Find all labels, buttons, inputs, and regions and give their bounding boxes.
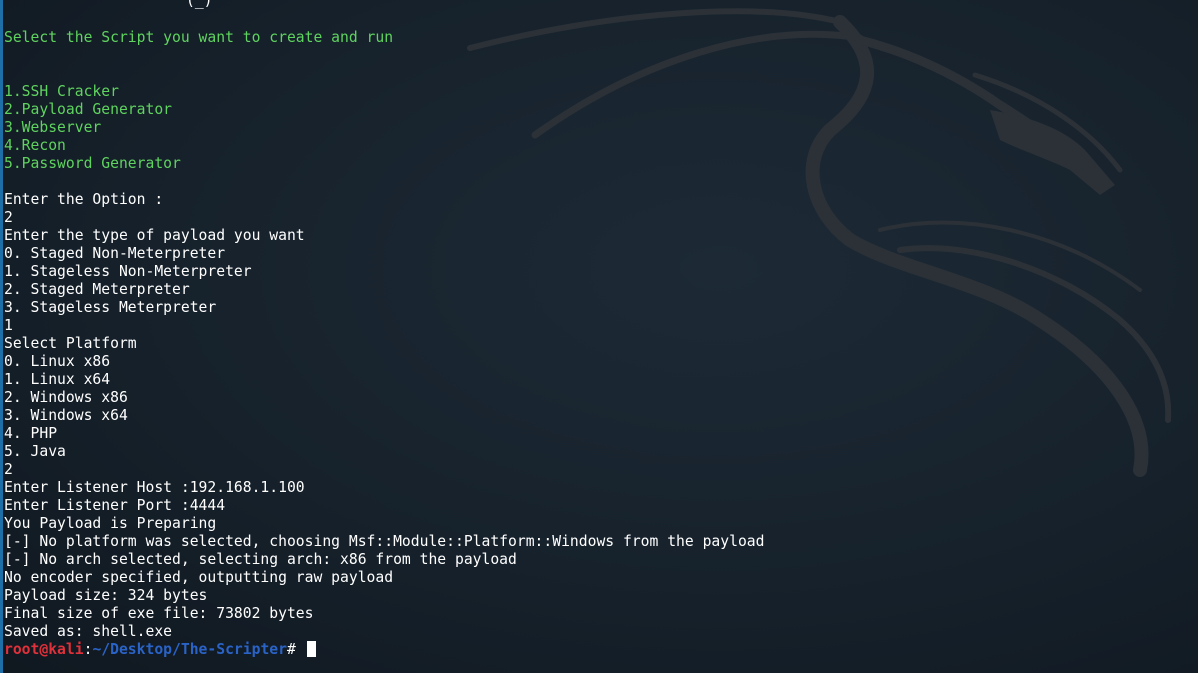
terminal-line: 1. Linux x64 (4, 371, 111, 388)
terminal-line: No encoder specified, outputting raw pay… (4, 569, 394, 586)
terminal-line: 2. Staged Meterpreter (4, 281, 190, 298)
terminal-line: Enter the Option : (4, 191, 164, 208)
terminal-line: 0. Linux x86 (4, 353, 111, 370)
terminal-line: Final size of exe file: 73802 bytes (4, 605, 314, 622)
prompt-user-host: root@kali (4, 641, 84, 658)
terminal-line: 4. PHP (4, 425, 58, 442)
prompt-path: ~/Desktop/The-Scripter (92, 641, 287, 658)
terminal-line: Select Platform (4, 335, 137, 352)
terminal-line: Enter the type of payload you want (4, 227, 305, 244)
menu-item: 1.SSH Cracker (4, 83, 119, 100)
menu-item: 5.Password Generator (4, 155, 181, 172)
menu-item: 3.Webserver (4, 119, 102, 136)
terminal-line: 1. Stageless Non-Meterpreter (4, 263, 252, 280)
terminal-line: 2 (4, 461, 13, 478)
terminal-line: Enter Listener Host :192.168.1.100 (4, 479, 305, 496)
terminal-line: 5. Java (4, 443, 66, 460)
text-cursor[interactable] (306, 641, 316, 657)
terminal-line: 3. Stageless Meterpreter (4, 299, 217, 316)
terminal-line: 0. Staged Non-Meterpreter (4, 245, 226, 262)
prompt-symbol: # (286, 641, 305, 658)
terminal-line: [-] No arch selected, selecting arch: x8… (4, 551, 517, 568)
window-left-border (0, 0, 3, 673)
shell-prompt[interactable]: root@kali:~/Desktop/The-Scripter# (4, 641, 316, 659)
terminal-line: Payload size: 324 bytes (4, 587, 208, 604)
menu-item: 2.Payload Generator (4, 101, 173, 118)
terminal-output[interactable]: (_) Select the Script you want to create… (4, 0, 1198, 673)
terminal-line: [-] No platform was selected, choosing M… (4, 533, 765, 550)
terminal-line: 1 (4, 317, 13, 334)
terminal-line: Saved as: shell.exe (4, 623, 173, 640)
terminal-line: (_) (186, 0, 213, 9)
terminal-line: 2 (4, 209, 13, 226)
terminal-line: You Payload is Preparing (4, 515, 217, 532)
terminal-line: 2. Windows x86 (4, 389, 128, 406)
menu-title: Select the Script you want to create and… (4, 29, 394, 46)
terminal-line: 3. Windows x64 (4, 407, 128, 424)
menu-item: 4.Recon (4, 137, 66, 154)
terminal-line: Enter Listener Port :4444 (4, 497, 226, 514)
